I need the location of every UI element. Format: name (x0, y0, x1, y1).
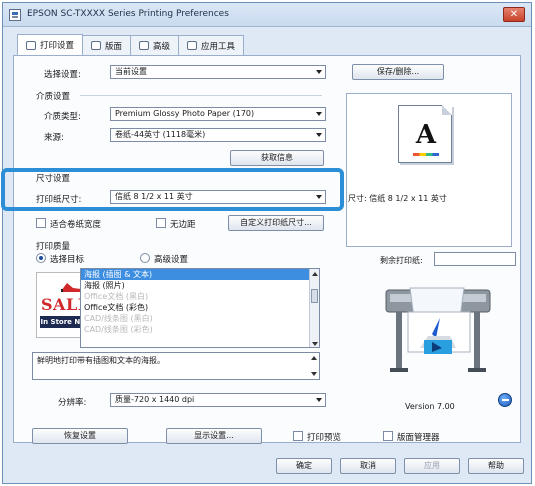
tab-advanced[interactable]: 高级 (130, 35, 180, 55)
scroll-down-icon[interactable] (311, 372, 317, 376)
printer-icon (9, 9, 21, 21)
preview-size-text: 尺寸: 信纸 8 1/2 x 11 英寸 (348, 194, 447, 203)
layout-manager-checkbox[interactable] (383, 431, 393, 441)
select-target-label: 选择目标 (50, 255, 85, 265)
show-settings-button[interactable]: 显示设置... (166, 428, 262, 444)
list-item[interactable]: 海报 (照片) (81, 280, 319, 291)
tab-layout[interactable]: 版面 (82, 35, 132, 55)
chevron-down-icon (316, 112, 322, 116)
borderless-checkbox[interactable] (156, 218, 166, 228)
driver-version: Version 7.00 (405, 402, 455, 411)
close-button[interactable]: ✕ (503, 7, 525, 22)
restore-defaults-button[interactable]: 恢复设置 (32, 428, 128, 444)
scroll-down-icon[interactable] (312, 342, 318, 346)
tab-strip: 打印设置 版面 高级 应用工具 (17, 34, 245, 55)
group-divider (80, 95, 322, 96)
media-type-label: 介质类型: (44, 112, 81, 122)
target-description: 鲜明地打印带有插图和文本的海报。 (32, 352, 320, 380)
chevron-down-icon (316, 70, 322, 74)
tab-label: 打印设置 (40, 41, 75, 51)
advanced-icon (139, 41, 150, 50)
layout-manager-label: 版面管理器 (397, 433, 440, 443)
resolution-label: 分辨率: (58, 398, 87, 408)
layout-icon (91, 41, 102, 50)
tab-print-settings[interactable]: 打印设置 (17, 34, 84, 55)
paper-preview: A (398, 105, 452, 163)
list-scrollbar[interactable] (309, 269, 319, 347)
chevron-down-icon (316, 398, 322, 402)
ok-button[interactable]: 确定 (276, 458, 332, 474)
dropdown-value: Premium Glossy Photo Paper (170) (115, 109, 255, 118)
title-bar: EPSON SC-TXXXX Series Printing Preferenc… (3, 3, 531, 27)
print-target-list[interactable]: 海报 (插图 & 文本) 海报 (照片) Office文档 (黑白) Offic… (80, 268, 320, 348)
chevron-down-icon (316, 133, 322, 137)
dropdown-value: 当前设置 (115, 67, 147, 76)
save-delete-button[interactable]: 保存/删除... (352, 64, 444, 80)
list-item[interactable]: CAD/线条图 (黑白) (81, 313, 319, 324)
paper-preview-letter: A (415, 120, 437, 150)
scroll-up-icon[interactable] (311, 356, 317, 360)
get-info-button[interactable]: 获取信息 (230, 150, 324, 166)
scroll-up-icon[interactable] (312, 272, 318, 276)
custom-paper-size-button[interactable]: 自定义打印纸尺寸... (228, 215, 324, 231)
source-dropdown[interactable]: 卷纸-44英寸 (1118毫米) (110, 128, 326, 142)
printer-illustration (385, 287, 491, 372)
select-settings-dropdown[interactable]: 当前设置 (110, 65, 326, 79)
print-preview-checkbox[interactable] (293, 431, 303, 441)
fit-roll-width-checkbox[interactable] (36, 218, 46, 228)
help-button[interactable]: 帮助 (468, 458, 524, 474)
select-target-radio[interactable] (36, 253, 46, 263)
printer-icon (26, 40, 36, 50)
fit-roll-width-label: 适合卷纸宽度 (50, 220, 102, 230)
cancel-button[interactable]: 取消 (340, 458, 396, 474)
advanced-settings-label: 高级设置 (154, 255, 189, 265)
resolution-dropdown[interactable]: 质量-720 x 1440 dpi (110, 393, 326, 407)
apply-button[interactable]: 应用 (404, 458, 460, 474)
list-item[interactable]: 海报 (插图 & 文本) (81, 269, 319, 280)
dropdown-value: 卷纸-44英寸 (1118毫米) (115, 130, 206, 139)
dropdown-value: 质量-720 x 1440 dpi (115, 395, 195, 404)
borderless-label: 无边距 (170, 220, 196, 230)
tab-label: 高级 (153, 41, 171, 52)
media-settings-group-label: 介质设置 (36, 92, 71, 102)
paper-size-highlight (1, 168, 344, 211)
remaining-paper-field (434, 252, 516, 266)
tab-label: 应用工具 (201, 41, 236, 52)
print-quality-group-label: 打印质量 (36, 242, 71, 252)
window-title: EPSON SC-TXXXX Series Printing Preferenc… (27, 9, 229, 19)
description-text: 鲜明地打印带有插图和文本的海报。 (37, 356, 165, 365)
list-item[interactable]: CAD/线条图 (彩色) (81, 324, 319, 335)
tab-label: 版面 (105, 41, 123, 52)
remaining-paper-label: 剩余打印纸: (380, 256, 423, 265)
tab-utility[interactable]: 应用工具 (178, 35, 245, 55)
media-type-dropdown[interactable]: Premium Glossy Photo Paper (170) (110, 107, 326, 121)
color-bar-icon (413, 153, 439, 156)
source-label: 来源: (44, 133, 64, 143)
print-preview-label: 打印预览 (307, 433, 342, 443)
utility-icon (187, 41, 198, 50)
advanced-settings-radio[interactable] (140, 253, 150, 263)
list-item[interactable]: Office文档 (彩色) (81, 302, 319, 313)
list-item[interactable]: Office文档 (黑白) (81, 291, 319, 302)
refresh-icon[interactable] (498, 393, 512, 407)
scroll-thumb[interactable] (311, 289, 318, 303)
select-settings-label: 选择设置: (44, 70, 81, 80)
